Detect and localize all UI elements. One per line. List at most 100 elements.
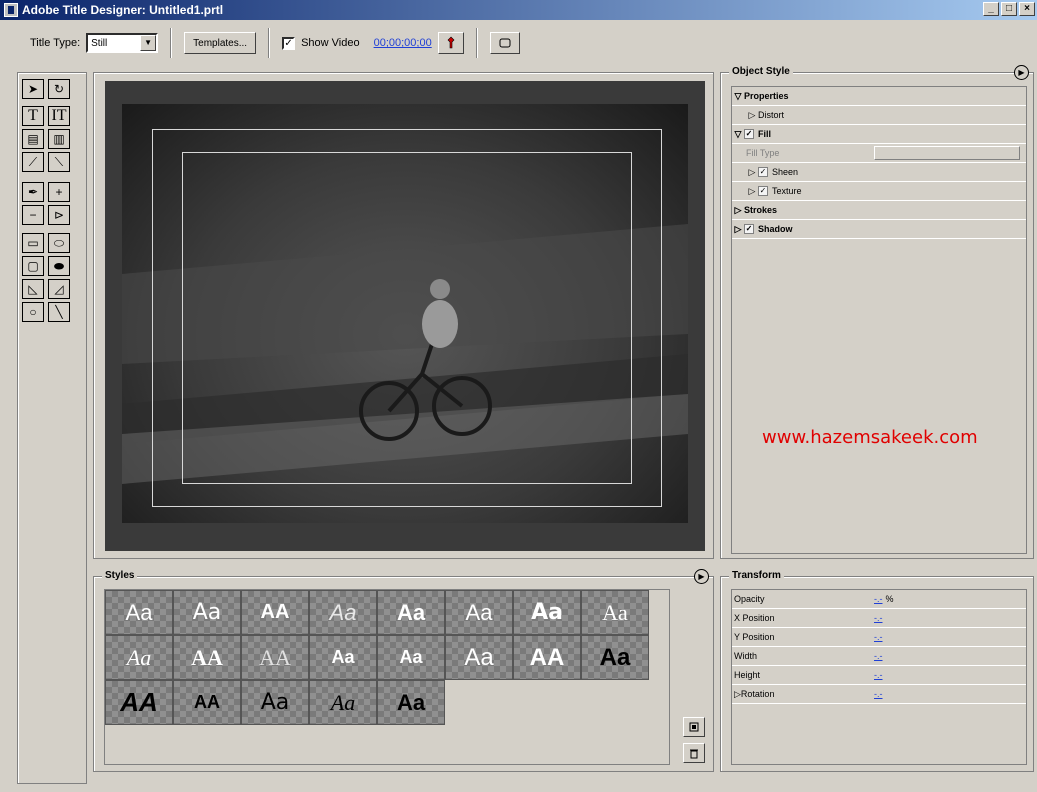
triangle-down-icon[interactable]: ▽ <box>732 91 744 102</box>
close-button[interactable]: × <box>1019 2 1035 16</box>
fill-checkbox[interactable]: ✓ <box>744 129 754 139</box>
add-anchor-tool-icon[interactable]: + <box>48 182 70 202</box>
rounded-rectangle-tool-icon[interactable]: ▢ <box>22 256 44 276</box>
delete-style-button[interactable] <box>683 743 705 763</box>
fill-type-select[interactable] <box>874 146 1020 160</box>
shadow-label: Shadow <box>758 224 793 234</box>
style-swatch[interactable]: AA <box>241 635 309 680</box>
shadow-checkbox[interactable]: ✓ <box>744 224 754 234</box>
distort-row[interactable]: ▷ Distort <box>732 106 1026 125</box>
style-swatch[interactable]: Aa <box>377 635 445 680</box>
toolbar-divider <box>170 28 173 58</box>
style-swatch[interactable]: Aa <box>513 590 581 635</box>
style-swatch[interactable]: Aa <box>105 590 173 635</box>
strokes-row[interactable]: ▷ Strokes <box>732 201 1026 220</box>
selection-tool-icon[interactable]: ➤ <box>22 79 44 99</box>
style-swatch[interactable]: Aa <box>241 680 309 725</box>
width-label: Width <box>734 651 758 661</box>
styles-grid: Aa Aa AA Aa Aa Aa Aa Aa Aa AA AA Aa Aa A… <box>104 589 670 765</box>
style-swatch[interactable]: Aa <box>377 680 445 725</box>
panel-menu-icon[interactable]: ▶ <box>1014 65 1029 80</box>
style-swatch[interactable]: Aa <box>377 590 445 635</box>
area-type-tool-icon[interactable]: ▤ <box>22 129 44 149</box>
toolbar: Title Type: Still ▼ Templates... ✓ Show … <box>0 20 1037 66</box>
tools-panel: ➤ ↻ T IT ▤ ▥ ⟋ ⟍ ✒ + − ⊳ ▭ ⬭ ▢ ⬬ ◺ ◿ ○ ╲ <box>17 72 87 784</box>
x-position-value[interactable]: -.- <box>874 613 883 623</box>
texture-row[interactable]: ▷ ✓ Texture <box>732 182 1026 201</box>
set-marker-button[interactable] <box>437 32 464 54</box>
triangle-right-icon[interactable]: ▷ <box>734 689 741 699</box>
sheen-checkbox[interactable]: ✓ <box>758 167 768 177</box>
vertical-type-tool-icon[interactable]: IT <box>48 106 70 126</box>
fill-type-row: Fill Type <box>732 144 1026 163</box>
line-tool-icon[interactable]: ╲ <box>48 302 70 322</box>
path-type-tool-icon[interactable]: ⟋ <box>22 152 44 172</box>
rectangle-tool-icon[interactable]: ▭ <box>22 233 44 253</box>
timecode-field[interactable]: 00;00;00;00 <box>374 37 432 49</box>
vertical-area-type-tool-icon[interactable]: ▥ <box>48 129 70 149</box>
delete-anchor-tool-icon[interactable]: − <box>22 205 44 225</box>
height-value[interactable]: -.- <box>874 670 883 680</box>
title-type-select[interactable]: Still ▼ <box>86 33 159 53</box>
type-tool-icon[interactable]: T <box>22 106 44 126</box>
texture-checkbox[interactable]: ✓ <box>758 186 768 196</box>
arc-tool-icon[interactable]: ◿ <box>48 279 70 299</box>
y-position-row: Y Position -.- <box>732 628 1026 647</box>
fill-label: Fill <box>758 129 771 139</box>
style-swatch[interactable]: Aa <box>581 590 649 635</box>
style-swatch[interactable]: AA <box>513 635 581 680</box>
style-swatch[interactable]: AA <box>241 590 309 635</box>
triangle-right-icon[interactable]: ▷ <box>746 186 758 197</box>
y-position-value[interactable]: -.- <box>874 632 883 642</box>
style-swatch[interactable]: Aa <box>173 590 241 635</box>
style-swatch[interactable]: AA <box>173 680 241 725</box>
shadow-row[interactable]: ▷ ✓ Shadow <box>732 220 1026 239</box>
opacity-unit: % <box>885 594 894 604</box>
wedge-tool-icon[interactable]: ◺ <box>22 279 44 299</box>
sheen-row[interactable]: ▷ ✓ Sheen <box>732 163 1026 182</box>
style-swatch[interactable]: Aa <box>309 635 377 680</box>
style-swatch[interactable]: Aa <box>445 590 513 635</box>
triangle-down-icon[interactable]: ▽ <box>732 129 744 140</box>
rotate-tool-icon[interactable]: ↻ <box>48 79 70 99</box>
panel-menu-icon[interactable]: ▶ <box>694 569 709 584</box>
fill-row[interactable]: ▽ ✓ Fill <box>732 125 1026 144</box>
style-swatch[interactable]: Aa <box>309 680 377 725</box>
style-swatch[interactable]: AA <box>105 680 173 725</box>
style-swatch[interactable]: Aa <box>445 635 513 680</box>
templates-button[interactable]: Templates... <box>184 32 257 54</box>
style-swatch[interactable]: Aa <box>105 635 173 680</box>
width-row: Width -.- <box>732 647 1026 666</box>
title-safe-margin <box>182 152 632 484</box>
clipped-rectangle-tool-icon[interactable]: ⬭ <box>48 233 70 253</box>
safe-area-button[interactable] <box>489 32 520 54</box>
ellipse-tool-icon[interactable]: ○ <box>22 302 44 322</box>
show-video-checkbox[interactable]: ✓ <box>282 36 296 50</box>
window-title: Adobe Title Designer: Untitled1.prtl <box>22 3 224 17</box>
maximize-button[interactable]: □ <box>1001 2 1017 16</box>
opacity-value[interactable]: -.- <box>874 594 883 604</box>
triangle-right-icon[interactable]: ▷ <box>732 224 744 235</box>
vertical-path-type-tool-icon[interactable]: ⟍ <box>48 152 70 172</box>
minimize-button[interactable]: _ <box>983 2 999 16</box>
height-row: Height -.- <box>732 666 1026 685</box>
triangle-right-icon[interactable]: ▷ <box>746 167 758 178</box>
height-label: Height <box>734 670 761 680</box>
new-style-button[interactable] <box>683 717 705 737</box>
rounded-corner-rectangle-tool-icon[interactable]: ⬬ <box>48 256 70 276</box>
chevron-down-icon[interactable]: ▼ <box>140 35 157 51</box>
style-swatch[interactable]: AA <box>173 635 241 680</box>
drawing-area[interactable] <box>105 81 705 551</box>
pin-icon <box>447 36 455 49</box>
triangle-right-icon[interactable]: ▷ <box>732 205 744 216</box>
properties-row[interactable]: ▽ Properties <box>732 87 1026 106</box>
convert-anchor-tool-icon[interactable]: ⊳ <box>48 205 70 225</box>
pen-tool-icon[interactable]: ✒ <box>22 182 44 202</box>
object-style-panel: Object Style ▶ ▽ Properties ▷ Distort ▽ ✓ Fi… <box>720 65 1034 559</box>
style-swatch[interactable]: Aa <box>581 635 649 680</box>
width-value[interactable]: -.- <box>874 651 883 661</box>
x-position-row: X Position -.- <box>732 609 1026 628</box>
style-swatch[interactable]: Aa <box>309 590 377 635</box>
triangle-right-icon[interactable]: ▷ <box>746 110 758 121</box>
rotation-value[interactable]: -.- <box>874 689 883 699</box>
